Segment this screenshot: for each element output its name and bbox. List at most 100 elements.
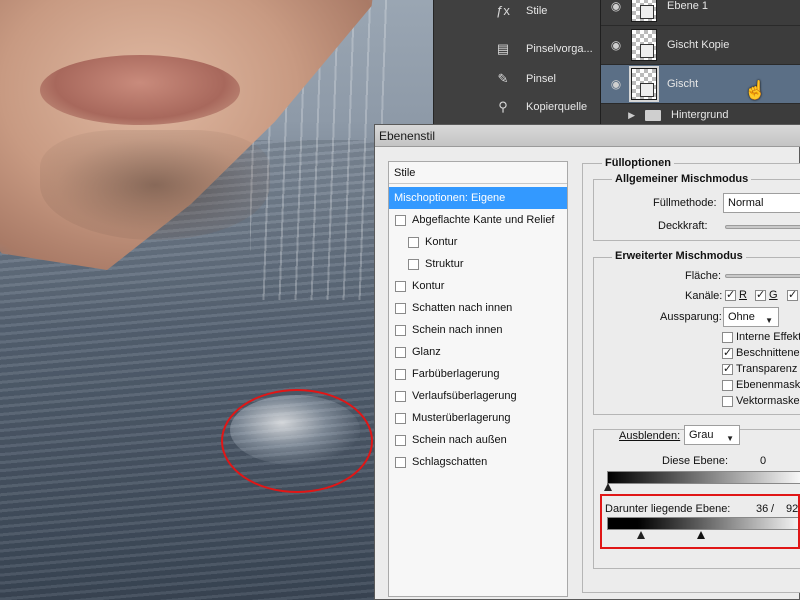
hand-cursor-icon: ☝ [744,80,767,100]
style-contour-sub[interactable]: Kontur [389,231,567,253]
option-label: Beschnittene E [736,347,800,359]
option-label: Transparenz fo [736,363,800,375]
checkbox[interactable] [787,288,798,301]
option-ebenenmaske[interactable]: Ebenenmaske [722,379,800,391]
dialog-title[interactable]: Ebenenstil [375,125,800,147]
style-gradient-overlay[interactable]: Verlaufsüberlagerung [389,385,567,407]
eye-icon[interactable]: ◉ [601,0,631,13]
style-pattern-overlay[interactable]: Musterüberlagerung [389,407,567,429]
checkbox[interactable] [395,214,406,226]
layer-row[interactable]: ◉ Gischt Kopie [601,26,800,65]
style-satin[interactable]: Glanz [389,341,567,363]
tool-panel: ƒx Stile ▤ Pinselvorga... ✎ Pinsel ⚲ Kop… [433,0,600,128]
checkbox[interactable] [722,362,733,375]
blend-mode-label: Füllmethode: [653,197,717,209]
channel-b-checkbox[interactable]: B [787,288,800,301]
blend-if-select[interactable]: Grau ▼ [684,425,740,445]
style-blending-options[interactable]: Mischoptionen: Eigene [389,187,567,209]
lips-image-region [40,55,240,125]
eye-icon[interactable]: ◉ [601,77,631,91]
checkbox[interactable] [722,395,733,407]
this-layer-value: 0 [760,455,767,467]
layer-name: Gischt Kopie [667,39,730,51]
style-outer-glow[interactable]: Schein nach außen [389,429,567,451]
option-interne-effekte[interactable]: Interne Effekte [722,331,800,343]
expand-arrow-icon[interactable]: ▶ [601,110,639,121]
option-label: Vektormaske v [736,395,800,407]
style-label: Verlaufsüberlagerung [412,390,517,402]
knockout-value: Ohne [728,311,755,323]
layer-row-selected[interactable]: ◉ Gischt [601,65,800,104]
style-label: Struktur [425,258,464,270]
style-inner-glow[interactable]: Schein nach innen [389,319,567,341]
fill-options-title: Fülloptionen [602,157,674,169]
knockout-label: Aussparung: [660,311,722,323]
style-label: Schein nach außen [412,434,507,446]
channel-label: R [739,289,747,301]
checkbox[interactable] [395,434,406,446]
this-layer-black-handle[interactable] [604,483,612,491]
checkbox[interactable] [395,412,406,424]
eye-icon[interactable]: ◉ [601,38,631,52]
style-label: Kontur [425,236,458,248]
checkbox[interactable] [722,379,733,391]
style-stroke[interactable]: Kontur [389,275,567,297]
checkbox[interactable] [395,302,406,314]
checkbox[interactable] [395,456,406,468]
checkbox[interactable] [408,258,419,270]
panel-item-label: Stile [526,4,548,17]
checkbox[interactable] [722,346,733,359]
style-label: Farbüberlagerung [412,368,500,380]
checkbox[interactable] [395,390,406,402]
fx-icon: ƒx [496,3,510,18]
checkbox[interactable] [395,368,406,380]
option-vektormaske[interactable]: Vektormaske v [722,395,800,407]
checkbox[interactable] [725,288,736,301]
general-blend-title: Allgemeiner Mischmodus [612,173,752,185]
style-texture[interactable]: Struktur [389,253,567,275]
layer-thumbnail [629,66,659,102]
highlight-circle-annotation [221,389,373,493]
layer-name: Ebene 1 [667,0,708,12]
style-label: Schein nach innen [412,324,503,336]
this-layer-label: Diese Ebene: [662,455,729,467]
style-inner-shadow[interactable]: Schatten nach innen [389,297,567,319]
checkbox[interactable] [755,288,766,301]
chevron-down-icon: ▼ [726,434,734,443]
option-transparenz[interactable]: Transparenz fo [722,362,800,375]
checkbox[interactable] [408,236,419,248]
styles-header[interactable]: Stile [389,162,567,184]
style-drop-shadow[interactable]: Schlagschatten [389,451,567,473]
option-beschnittene[interactable]: Beschnittene E [722,346,800,359]
panel-item-brush-presets[interactable]: ▤ Pinselvorga... [434,33,601,64]
blend-if-label-text: Ausblenden: [619,430,681,442]
highlight-box-annotation [600,494,800,549]
checkbox[interactable] [395,324,406,336]
knockout-select[interactable]: Ohne ▼ [723,307,779,327]
option-label: Ebenenmaske [736,379,800,391]
panel-item-brush[interactable]: ✎ Pinsel [434,63,601,94]
advanced-blend-title: Erweiterter Mischmodus [612,250,746,262]
style-color-overlay[interactable]: Farbüberlagerung [389,363,567,385]
layer-row[interactable]: ◉ Ebene 1 [601,0,800,26]
panel-item-stile[interactable]: ƒx Stile [434,0,601,26]
fill-opacity-label: Fläche: [685,270,722,282]
fill-opacity-slider[interactable] [725,274,800,278]
channel-r-checkbox[interactable]: R [725,288,747,301]
panel-item-label: Pinsel [526,72,556,85]
layers-panel: ◉ Ebene 1 ◉ Gischt Kopie ◉ Gischt ▶ Hint… [600,0,800,128]
channel-g-checkbox[interactable]: G [755,288,778,301]
checkbox[interactable] [395,346,406,358]
blend-mode-label-text: Füllmethode: [653,197,717,209]
blend-if-label: Ausblenden: [616,430,684,442]
blend-if-value: Grau [689,429,714,441]
checkbox[interactable] [722,331,733,343]
channels-label: Kanäle: [685,290,723,302]
panel-item-clone-source[interactable]: ⚲ Kopierquelle [434,91,601,122]
opacity-slider[interactable] [725,225,800,229]
layer-name: Gischt [667,78,699,90]
checkbox[interactable] [395,280,406,292]
blend-mode-select[interactable]: Normal [723,193,800,213]
beard-image-region [40,130,270,240]
style-bevel-emboss[interactable]: Abgeflachte Kante und Relief [389,209,567,231]
